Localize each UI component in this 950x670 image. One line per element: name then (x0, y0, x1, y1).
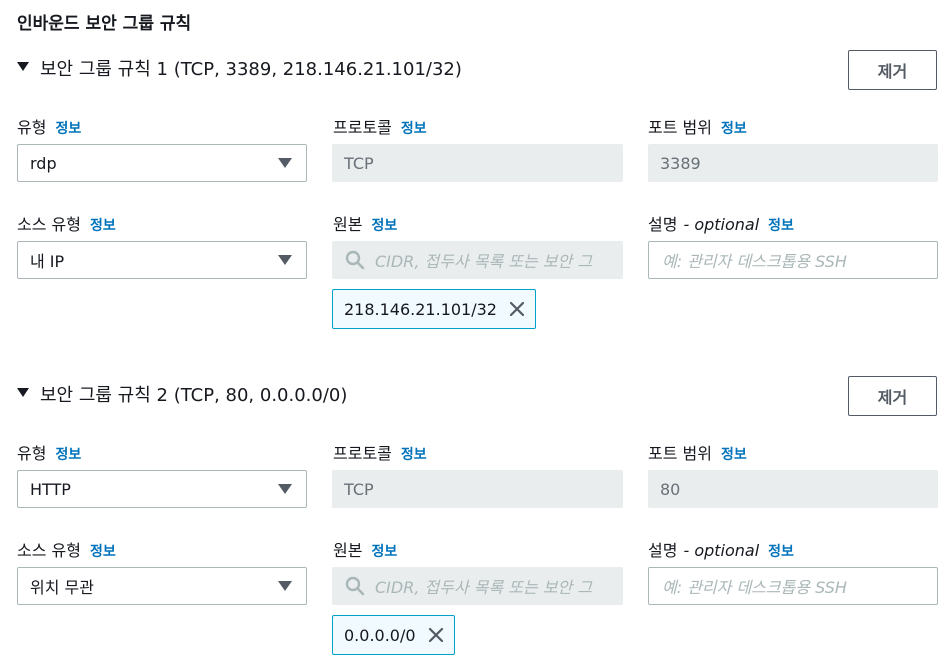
info-link[interactable]: 정보 (55, 444, 81, 464)
section-title: 인바운드 보안 그룹 규칙 (17, 14, 192, 34)
dropdown-arrow-icon (278, 255, 292, 265)
info-link[interactable]: 정보 (90, 541, 116, 561)
search-icon (345, 576, 365, 596)
info-link[interactable]: 정보 (768, 215, 794, 235)
info-link[interactable]: 정보 (90, 215, 116, 235)
rule-1-port-label: 포트 범위 정보 (648, 118, 747, 138)
caret-down-icon[interactable] (17, 61, 29, 71)
rule-1-type-select[interactable]: rdp (17, 144, 307, 182)
info-link[interactable]: 정보 (721, 444, 747, 464)
rule-2-source-search-input[interactable]: CIDR, 접두사 목록 또는 보안 그 (332, 567, 623, 605)
info-link[interactable]: 정보 (371, 541, 397, 561)
remove-token-close-icon[interactable] (428, 627, 444, 643)
rule-2-remove-button[interactable]: 제거 (848, 376, 937, 416)
rule-1-source-search-input[interactable]: CIDR, 접두사 목록 또는 보안 그 (332, 241, 623, 279)
rule-1-type-label: 유형 정보 (17, 118, 82, 138)
rule-2-protocol-label: 프로토콜 정보 (333, 444, 427, 464)
rule-2-source-type-label: 소스 유형 정보 (17, 541, 116, 561)
rule-1-remove-button[interactable]: 제거 (848, 50, 937, 90)
rule-2-description-input[interactable]: 예: 관리자 데스크톱용 SSH (648, 567, 938, 605)
info-link[interactable]: 정보 (401, 444, 427, 464)
rule-2-source-label: 원본 정보 (333, 541, 398, 561)
rule-2-header[interactable]: 보안 그룹 규칙 2 (TCP, 80, 0.0.0.0/0) (17, 381, 347, 407)
info-link[interactable]: 정보 (55, 118, 81, 138)
info-link[interactable]: 정보 (721, 118, 747, 138)
rule-2-type-select[interactable]: HTTP (17, 470, 307, 508)
dropdown-arrow-icon (278, 581, 292, 591)
rule-2-source-token: 0.0.0.0/0 (332, 615, 455, 655)
rule-2-protocol-field: TCP (332, 470, 623, 508)
rule-1-port-field: 3389 (648, 144, 938, 182)
dropdown-arrow-icon (278, 158, 292, 168)
caret-down-icon[interactable] (17, 387, 29, 397)
rule-1-description-label: 설명 - optional 정보 (648, 215, 794, 235)
rule-1-description-input[interactable]: 예: 관리자 데스크톱용 SSH (648, 241, 938, 279)
rule-1-protocol-field: TCP (332, 144, 623, 182)
remove-token-close-icon[interactable] (509, 301, 525, 317)
rule-1-source-type-select[interactable]: 내 IP (17, 241, 307, 279)
rule-1-header[interactable]: 보안 그룹 규칙 1 (TCP, 3389, 218.146.21.101/32… (17, 55, 462, 81)
info-link[interactable]: 정보 (401, 118, 427, 138)
rule-1-title: 보안 그룹 규칙 1 (TCP, 3389, 218.146.21.101/32… (40, 59, 462, 80)
rule-2-description-label: 설명 - optional 정보 (648, 541, 794, 561)
rule-2-type-label: 유형 정보 (17, 444, 82, 464)
rule-1-source-token: 218.146.21.101/32 (332, 289, 536, 329)
rule-1-source-type-label: 소스 유형 정보 (17, 215, 116, 235)
rule-2-title: 보안 그룹 규칙 2 (TCP, 80, 0.0.0.0/0) (40, 385, 348, 406)
dropdown-arrow-icon (278, 484, 292, 494)
info-link[interactable]: 정보 (768, 541, 794, 561)
rule-2-port-label: 포트 범위 정보 (648, 444, 747, 464)
info-link[interactable]: 정보 (371, 215, 397, 235)
search-icon (345, 250, 365, 270)
rule-2-port-field: 80 (648, 470, 938, 508)
rule-1-source-label: 원본 정보 (333, 215, 398, 235)
rule-1-protocol-label: 프로토콜 정보 (333, 118, 427, 138)
rule-2-source-type-select[interactable]: 위치 무관 (17, 567, 307, 605)
